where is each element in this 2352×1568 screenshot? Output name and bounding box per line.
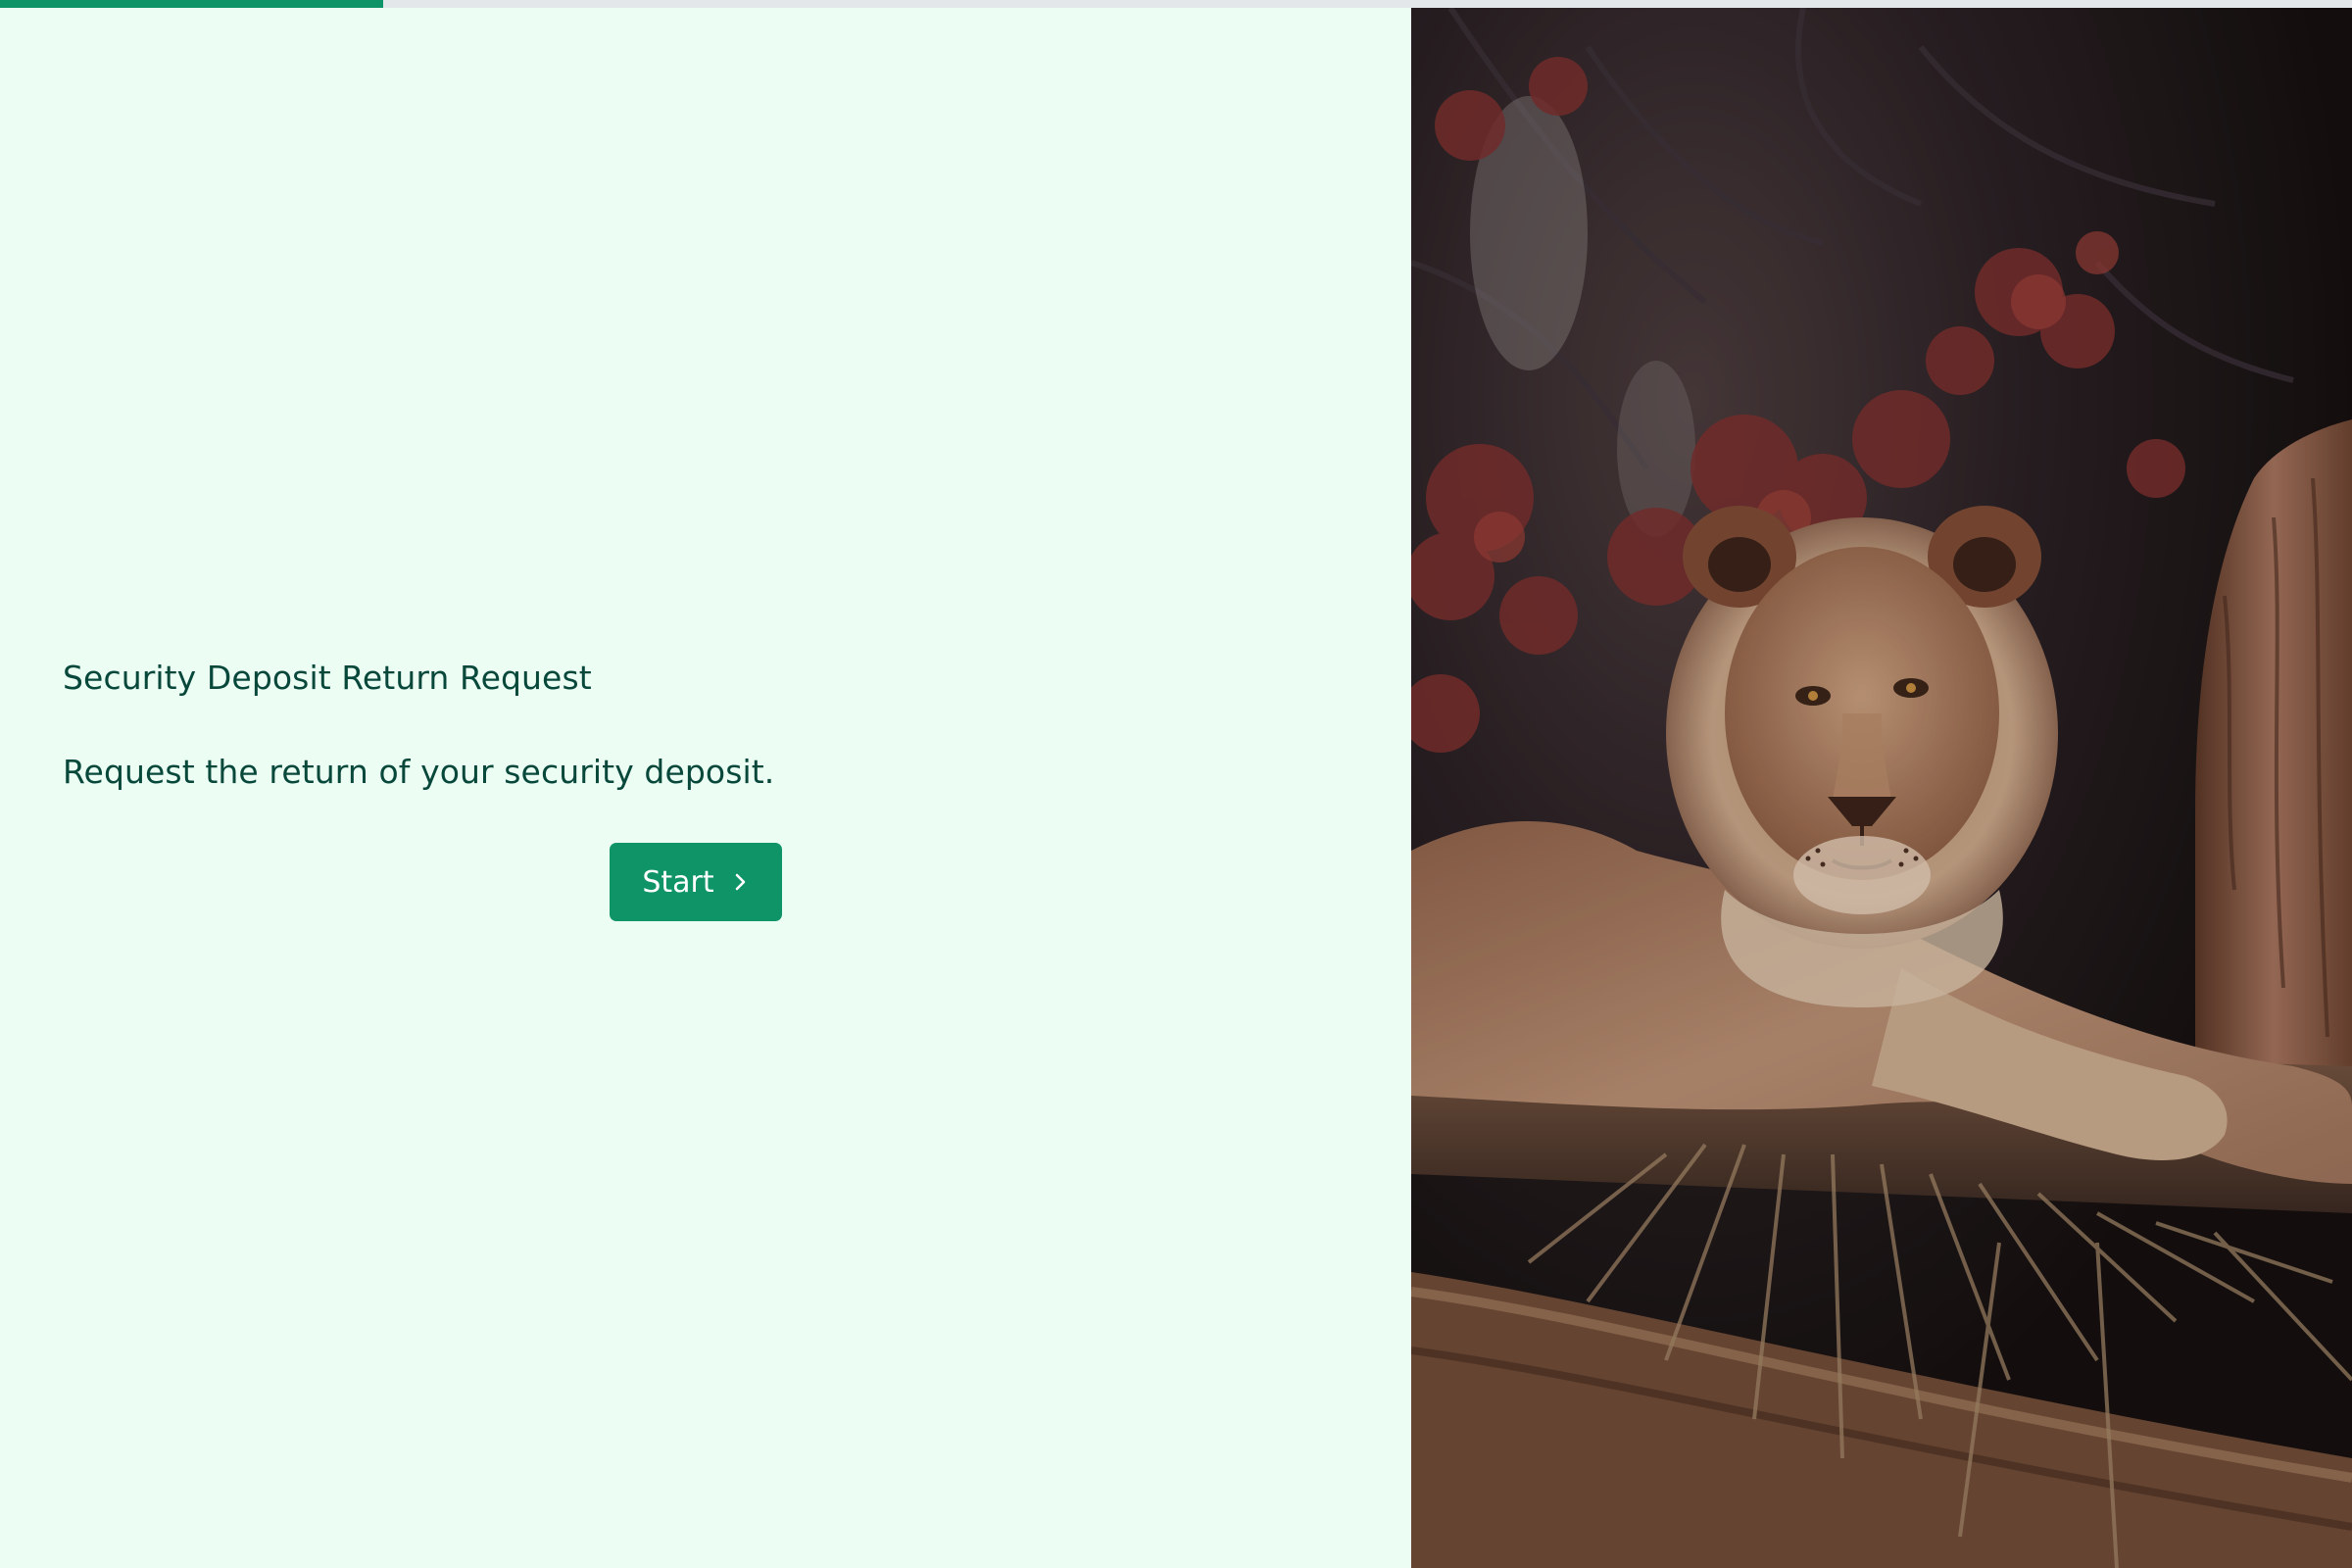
progress-bar: [0, 0, 2352, 8]
start-button-label: Start: [642, 864, 714, 900]
form-welcome-panel: Security Deposit Return Request Request …: [0, 8, 1411, 1568]
start-button[interactable]: Start: [610, 843, 782, 921]
chevron-right-icon: [732, 870, 750, 894]
form-welcome-page: Security Deposit Return Request Request …: [0, 0, 2352, 1568]
form-description: Request the return of your security depo…: [63, 753, 775, 791]
cover-image: [1411, 8, 2352, 1568]
progress-bar-fill: [0, 0, 384, 8]
lion-photo: [1411, 8, 2352, 1568]
form-title: Security Deposit Return Request: [63, 659, 592, 697]
